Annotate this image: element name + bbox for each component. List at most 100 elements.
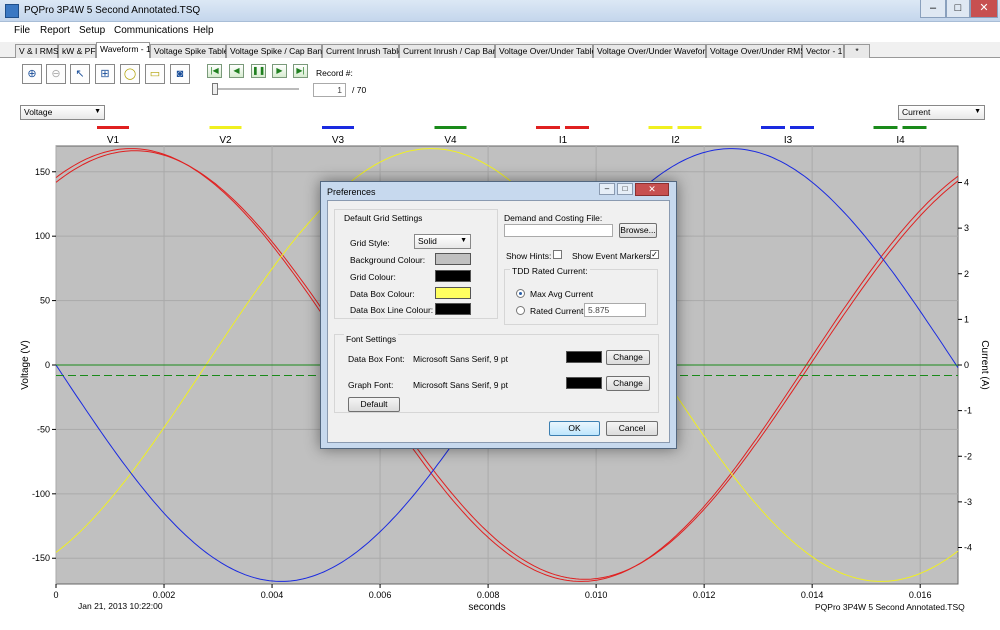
legend-swatch-v2 [209,126,242,129]
x-tick-label-5: 0.010 [585,590,608,600]
tab-kw-pf[interactable]: kW & PF [58,44,96,58]
max-avg-radio[interactable] [516,289,525,298]
data-box-icon[interactable]: ▭ [145,64,165,84]
grid-colour-label: Grid Colour: [350,272,396,282]
first-record-icon[interactable]: |◀ [207,64,222,78]
y2-tick-label-5: -1 [964,406,972,416]
data-box-line-label: Data Box Line Colour: [350,305,434,315]
tab-voltage-spike-table[interactable]: Voltage Spike Table [150,44,229,58]
maximize-button[interactable]: □ [946,0,970,18]
zoom-out-icon[interactable]: ⊖ [46,64,66,84]
show-hints-label: Show Hints: [506,251,552,261]
legend-label-i4: I4 [896,135,905,146]
grid-colour-swatch[interactable] [435,270,471,282]
bg-colour-swatch[interactable] [435,253,471,265]
max-avg-label: Max Avg Current [530,289,594,299]
y-tick-label-3: 0 [45,360,50,370]
legend-label-v3: V3 [332,135,345,146]
x-tick-label-7: 0.014 [801,590,824,600]
zoom-box-icon[interactable]: ⊞ [95,64,115,84]
prev-record-icon[interactable]: ◀ [229,64,244,78]
y2-tick-label-0: 4 [964,178,969,188]
x-tick-label-1: 0.002 [153,590,176,600]
footer-file: PQPro 3P4W 5 Second Annotated.TSQ [815,602,965,612]
cancel-button[interactable]: Cancel [606,421,658,436]
grid-style-select[interactable]: Solid ▼ [414,234,471,249]
y2-tick-label-1: 3 [964,223,969,233]
bg-colour-label: Background Colour: [350,255,426,265]
legend-swatch-v1 [97,126,129,129]
tab-vector-1[interactable]: Vector - 1 [802,44,844,58]
legend-label-v4: V4 [444,135,457,146]
last-record-icon[interactable]: ▶| [293,64,308,78]
x-tick-label-2: 0.004 [261,590,284,600]
show-hints-checkbox[interactable] [553,250,562,259]
data-box-font-change-button[interactable]: Change [606,350,650,365]
tab-voltage-over-under-table[interactable]: Voltage Over/Under Table [495,44,596,58]
footer-date: Jan 21, 2013 10:22:00 [78,601,163,611]
y-tick-label-6: -150 [32,553,50,563]
dialog-close-button[interactable]: ✕ [635,183,669,196]
rated-current-input[interactable]: 5.875 [584,303,646,317]
x-tick-label-8: 0.016 [909,590,932,600]
record-number-input[interactable]: 1 [313,83,346,97]
graph-font-change-button[interactable]: Change [606,376,650,391]
dialog-minimize-button[interactable]: – [599,183,615,195]
chevron-down-icon: ▼ [974,108,981,115]
minimize-button[interactable]: – [920,0,946,18]
x-tick-label-6: 0.012 [693,590,716,600]
tab-voltage-over-under-waveform[interactable]: Voltage Over/Under Waveform [593,44,712,58]
menu-help[interactable]: Help [193,25,214,36]
tab-current-inrush-table[interactable]: Current Inrush Table [322,44,403,58]
rated-current-radio[interactable] [516,306,525,315]
menu-report[interactable]: Report [40,25,70,36]
graph-font-swatch [566,377,602,389]
pause-icon[interactable]: ❚❚ [251,64,266,78]
title-bar: PQPro 3P4W 5 Second Annotated.TSQ – □ ✕ [0,0,1000,22]
data-box-colour-swatch[interactable] [435,287,471,299]
record-slider-handle[interactable] [212,83,218,95]
x-axis-label: seconds [468,602,505,613]
menu-setup[interactable]: Setup [79,25,105,36]
next-record-icon[interactable]: ▶ [272,64,287,78]
show-events-checkbox[interactable]: ✓ [650,250,659,259]
y-axis-label: Voltage (V) [20,340,31,389]
tab-voltage-spike-cap-bank[interactable]: Voltage Spike / Cap Bank [226,44,326,58]
tab-waveform-1[interactable]: Waveform - 1 [96,42,151,59]
tab-v-i-rms[interactable]: V & I RMS [15,44,59,58]
tab-add[interactable]: * [844,44,870,58]
y-tick-label-4: -50 [37,424,50,434]
demand-file-input[interactable] [504,224,613,237]
y2-tick-label-4: 0 [964,360,969,370]
ok-button[interactable]: OK [549,421,600,436]
y2-tick-label-6: -2 [964,451,972,461]
data-box-colour-label: Data Box Colour: [350,289,415,299]
legend-swatch-i2 [648,126,673,129]
x-tick-label-0: 0 [53,590,58,600]
legend-swatch-i4 [873,126,898,129]
close-button[interactable]: ✕ [970,0,998,18]
rated-current-label: Rated Current [530,306,584,316]
camera-icon[interactable]: ◙ [170,64,190,84]
default-button[interactable]: Default [348,397,400,412]
data-box-line-swatch[interactable] [435,303,471,315]
pointer-icon[interactable]: ↖ [70,64,90,84]
dialog-maximize-button[interactable]: □ [617,183,633,195]
annotation-icon[interactable]: ◯ [120,64,140,84]
dialog-body: Default Grid Settings Grid Style: Solid ▼… [327,200,670,443]
tab-voltage-over-under-rms[interactable]: Voltage Over/Under RMS [706,44,806,58]
graph-font-label: Graph Font: [348,380,394,390]
zoom-in-icon[interactable]: ⊕ [22,64,42,84]
legend-swatch-i1 [536,126,560,129]
y-tick-label-2: 50 [40,296,50,306]
menu-communications[interactable]: Communications [114,25,188,36]
menu-file[interactable]: File [14,25,30,36]
record-slider-track[interactable] [213,88,299,90]
y2-tick-label-3: 1 [964,314,969,324]
y2-axis-label: Current (A) [979,340,990,389]
browse-button[interactable]: Browse... [619,223,657,238]
window-title: PQPro 3P4W 5 Second Annotated.TSQ [24,5,201,16]
tab-current-inrush-cap-bank[interactable]: Current Inrush / Cap Bank [399,44,502,58]
data-box-font-value: Microsoft Sans Serif, 9 pt [413,354,508,364]
legend-label-v2: V2 [219,135,232,146]
